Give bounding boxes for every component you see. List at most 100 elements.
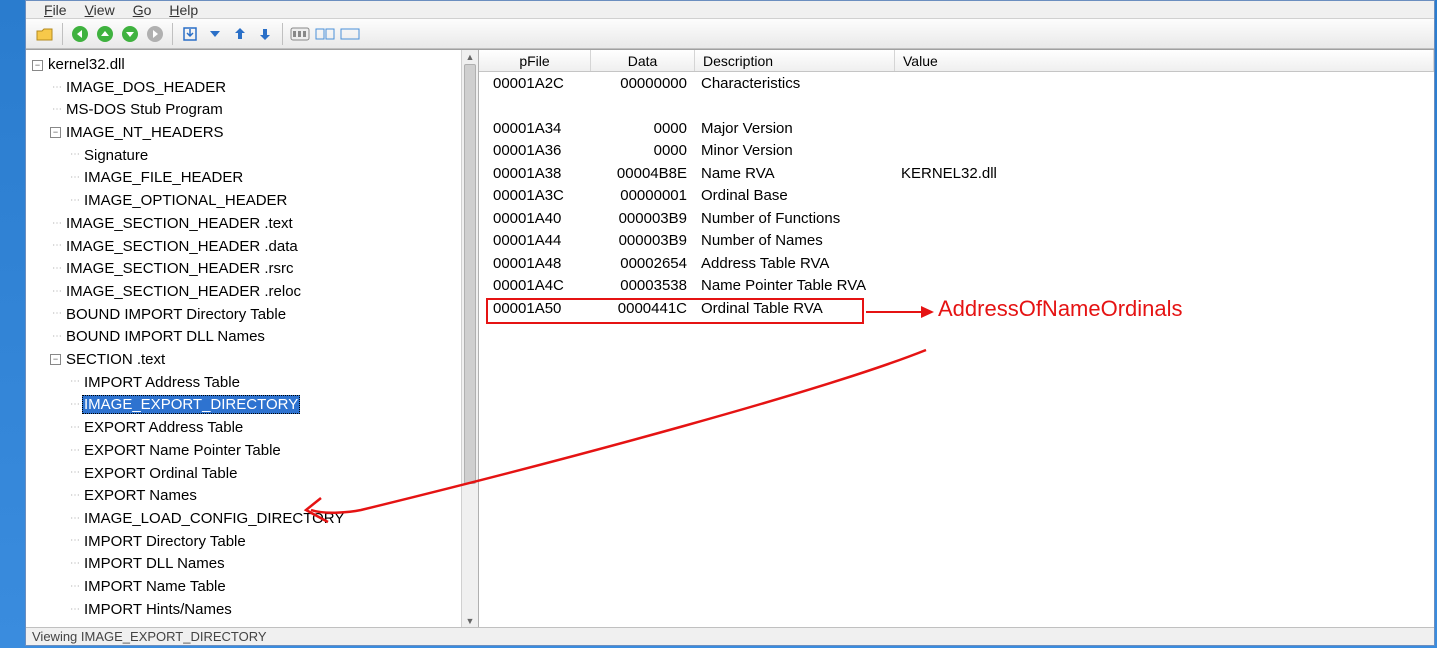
data-row[interactable]: 00001A44000003B9Number of Names [479,230,1434,253]
tree: −kernel32.dll ⋯IMAGE_DOS_HEADER ⋯MS-DOS … [32,54,461,627]
nav-forward-icon[interactable] [144,23,166,45]
import-down-icon[interactable] [204,23,226,45]
data-header: pFile Data Description Value [479,50,1434,72]
status-text: Viewing IMAGE_EXPORT_DIRECTORY [32,629,267,644]
tree-item-section-text[interactable]: SECTION .text [64,351,167,368]
data-row[interactable]: 00001A360000Minor Version [479,140,1434,163]
cell-data: 00002654 [591,255,695,272]
nav-down-icon[interactable] [119,23,141,45]
tree-item-optional-header[interactable]: IMAGE_OPTIONAL_HEADER [82,192,289,209]
cell-pfile: 00001A2C [479,75,591,92]
cell-data: 000003B9 [591,210,695,227]
view-full-icon[interactable] [339,23,361,45]
cell-pfile: 00001A34 [479,120,591,137]
menu-bar: File View Go Help [26,1,1434,19]
tree-item-root[interactable]: kernel32.dll [46,56,127,73]
content-area: −kernel32.dll ⋯IMAGE_DOS_HEADER ⋯MS-DOS … [26,49,1434,627]
scroll-down-icon[interactable]: ▼ [462,614,478,627]
import-icon[interactable] [179,23,201,45]
tree-item-bound-import-dll[interactable]: BOUND IMPORT DLL Names [64,328,267,345]
tree-item-nt-headers[interactable]: IMAGE_NT_HEADERS [64,124,226,141]
cell-description: Number of Names [695,232,895,249]
cell-value: KERNEL32.dll [895,165,1434,182]
data-panel: pFile Data Description Value 00001A2C000… [479,50,1434,627]
view-bytes-icon[interactable] [289,23,311,45]
tree-item-export-name-ptr[interactable]: EXPORT Name Pointer Table [82,442,283,459]
open-file-icon[interactable] [34,23,56,45]
menu-file[interactable]: File [36,2,75,18]
tree-item-section-header-rsrc[interactable]: IMAGE_SECTION_HEADER .rsrc [64,260,296,277]
cell-data: 00003538 [591,277,695,294]
scroll-thumb[interactable] [464,64,476,484]
cell-description: Minor Version [695,142,895,159]
tree-item-export-names[interactable]: EXPORT Names [82,487,199,504]
data-row[interactable]: 00001A3800004B8EName RVAKERNEL32.dll [479,162,1434,185]
tree-item-import-dll-names[interactable]: IMPORT DLL Names [82,555,227,572]
export-down-icon[interactable] [254,23,276,45]
tree-item-section-header-reloc[interactable]: IMAGE_SECTION_HEADER .reloc [64,283,303,300]
cell-data: 0000441C [591,300,695,317]
tree-item-import-addr-table[interactable]: IMPORT Address Table [82,374,242,391]
menu-go[interactable]: Go [125,2,160,18]
tree-scrollbar[interactable]: ▲ ▼ [461,50,478,627]
cell-pfile: 00001A40 [479,210,591,227]
cell-description: Name Pointer Table RVA [695,277,895,294]
nav-up-icon[interactable] [94,23,116,45]
tree-item-msdos-stub[interactable]: MS-DOS Stub Program [64,101,225,118]
cell-data: 0000 [591,142,695,159]
menu-view[interactable]: View [77,2,123,18]
tree-item-export-addr-table[interactable]: EXPORT Address Table [82,419,245,436]
expander-icon[interactable]: − [32,60,43,71]
cell-description: Characteristics [695,75,895,92]
cell-data: 00000000 [591,75,695,92]
status-bar: Viewing IMAGE_EXPORT_DIRECTORY [26,627,1434,645]
cell-pfile: 00001A50 [479,300,591,317]
data-row[interactable]: 00001A340000Major Version [479,117,1434,140]
tree-item-export-directory[interactable]: IMAGE_EXPORT_DIRECTORY [82,395,300,414]
column-description[interactable]: Description [695,50,895,71]
cell-data: 00000001 [591,187,695,204]
cell-description: Ordinal Table RVA [695,300,895,317]
tree-item-dos-header[interactable]: IMAGE_DOS_HEADER [64,79,228,96]
toolbar [26,19,1434,49]
cell-data: 000003B9 [591,232,695,249]
scroll-up-icon[interactable]: ▲ [462,50,478,63]
tree-item-section-header-text[interactable]: IMAGE_SECTION_HEADER .text [64,215,295,232]
tree-item-bound-import-dir[interactable]: BOUND IMPORT Directory Table [64,306,288,323]
tree-item-signature[interactable]: Signature [82,147,150,164]
tree-item-debug-directory[interactable]: IMAGE_DEBUG_DIRECTORY [82,624,292,627]
tree-item-load-config[interactable]: IMAGE_LOAD_CONFIG_DIRECTORY [82,510,346,527]
nav-back-icon[interactable] [69,23,91,45]
cell-description: Major Version [695,120,895,137]
tree-item-import-hints[interactable]: IMPORT Hints/Names [82,601,234,618]
tree-item-section-header-data[interactable]: IMAGE_SECTION_HEADER .data [64,238,300,255]
toolbar-separator [172,23,173,45]
tree-item-export-ordinal[interactable]: EXPORT Ordinal Table [82,465,239,482]
expander-icon[interactable]: − [50,354,61,365]
column-data[interactable]: Data [591,50,695,71]
toolbar-separator [62,23,63,45]
tree-item-import-name-table[interactable]: IMPORT Name Table [82,578,228,595]
column-pfile[interactable]: pFile [479,50,591,71]
cell-pfile: 00001A48 [479,255,591,272]
data-row[interactable]: 00001A40000003B9Number of Functions [479,207,1434,230]
data-row[interactable]: 00001A2C00000000Characteristics [479,72,1434,95]
menu-help[interactable]: Help [161,2,206,18]
cell-pfile: 00001A36 [479,142,591,159]
cell-description: Ordinal Base [695,187,895,204]
data-row[interactable]: 00001A4800002654Address Table RVA [479,252,1434,275]
expander-icon[interactable]: − [50,127,61,138]
data-row[interactable]: 00001A500000441COrdinal Table RVA [479,297,1434,320]
cell-description: Number of Functions [695,210,895,227]
cell-pfile: 00001A38 [479,165,591,182]
spacer-row [479,95,1434,118]
export-icon[interactable] [229,23,251,45]
data-row[interactable]: 00001A4C00003538Name Pointer Table RVA [479,275,1434,298]
data-row[interactable]: 00001A3C00000001Ordinal Base [479,185,1434,208]
column-value[interactable]: Value [895,50,1434,71]
data-rows: 00001A2C00000000Characteristics00001A340… [479,72,1434,320]
window-frame: File View Go Help [25,0,1435,646]
tree-item-file-header[interactable]: IMAGE_FILE_HEADER [82,169,245,186]
view-split-icon[interactable] [314,23,336,45]
tree-item-import-dir-table[interactable]: IMPORT Directory Table [82,533,248,550]
